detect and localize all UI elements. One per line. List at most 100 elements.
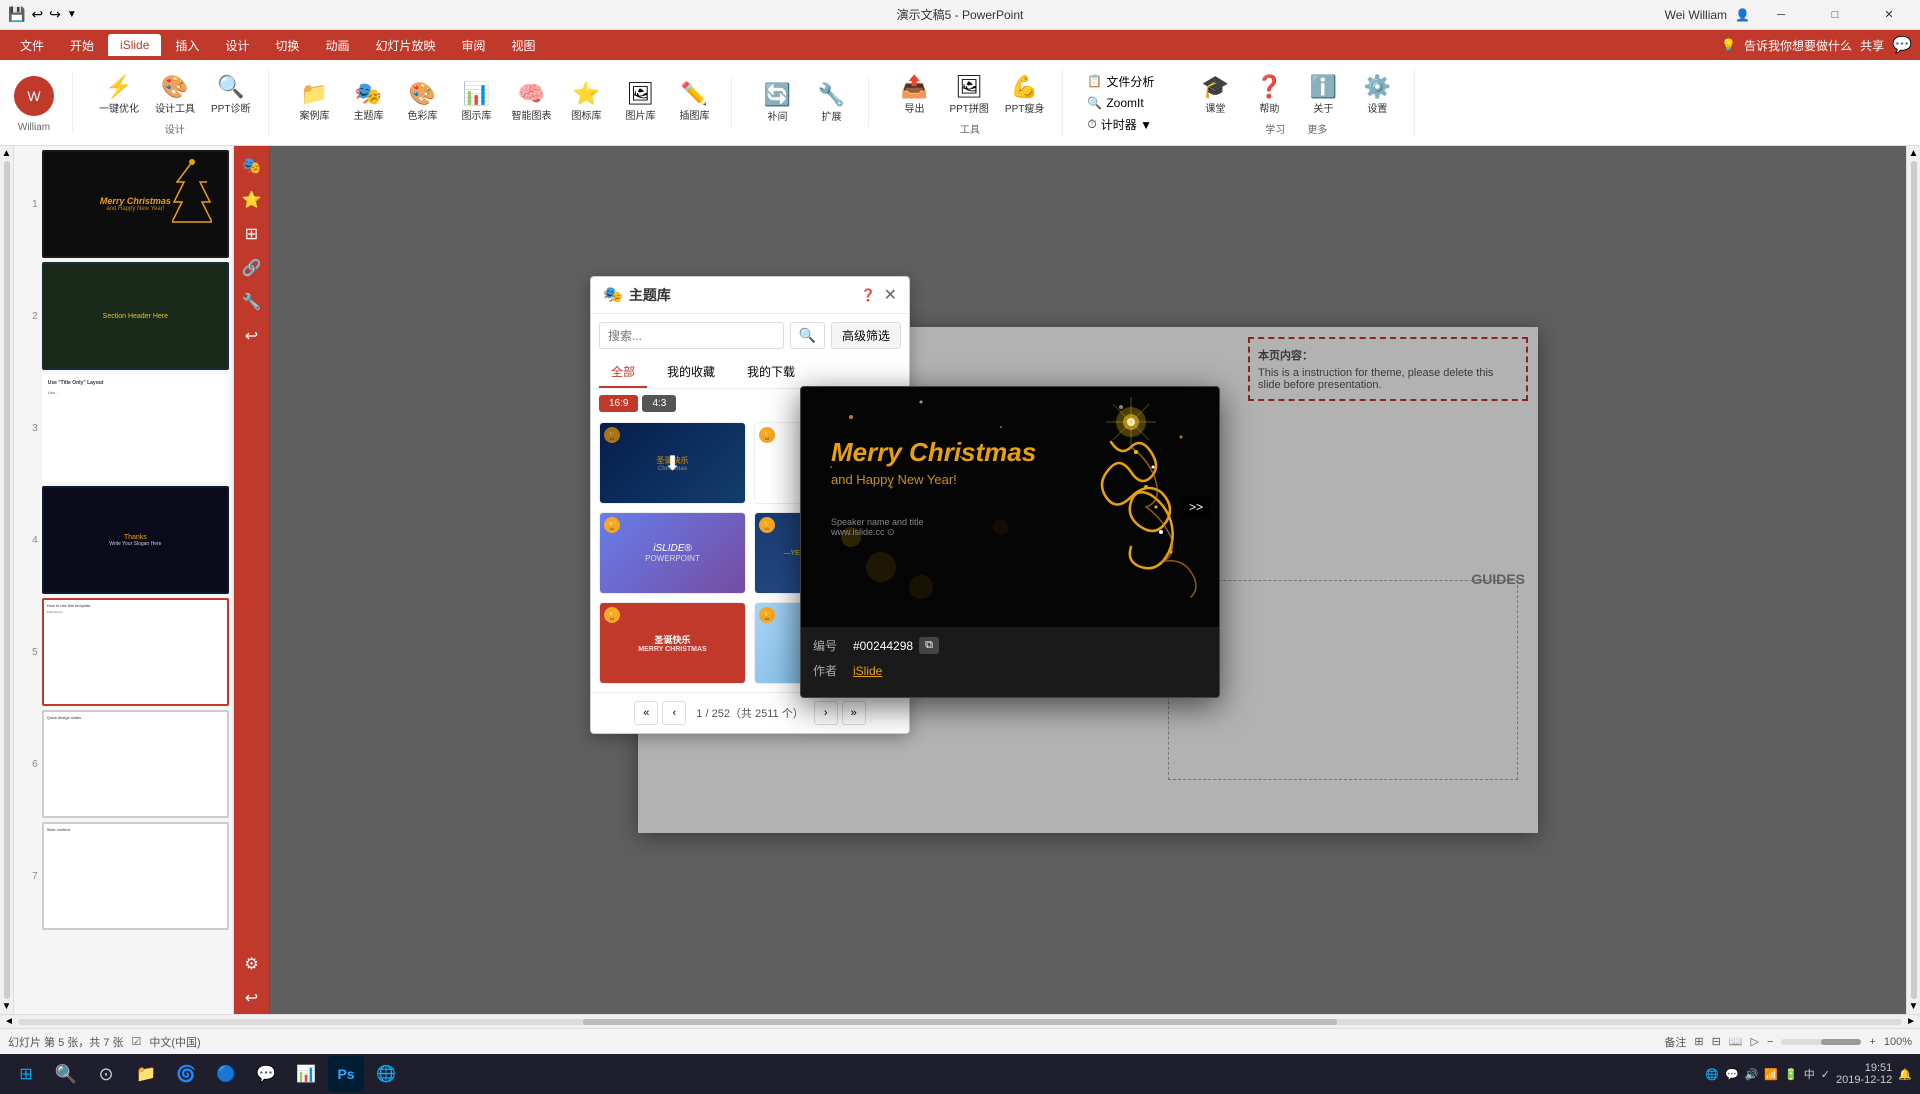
reading-view-btn[interactable]: 📖 (1729, 1035, 1743, 1048)
red-sidebar-back[interactable]: ↩ (236, 982, 268, 1014)
slide-sorter-btn[interactable]: ⊟ (1712, 1035, 1721, 1048)
zoom-slider[interactable] (1781, 1039, 1861, 1045)
red-sidebar-btn-3[interactable]: ⊞ (236, 218, 268, 250)
help-text[interactable]: 告诉我你想要做什么 (1744, 37, 1852, 54)
notification-btn[interactable]: 🔔 (1898, 1068, 1912, 1081)
slide-thumb-3[interactable]: 3 Use "Title Only" Layout Use... (18, 374, 229, 482)
volume-icon[interactable]: 🔊 (1745, 1068, 1759, 1081)
horizontal-scroll[interactable]: ◄ ► (0, 1014, 1920, 1028)
ppt-diag-btn[interactable]: 🔍 PPT诊断 (205, 70, 256, 119)
close-button[interactable]: ✕ (1866, 0, 1912, 30)
tab-favorites[interactable]: 我的收藏 (655, 357, 727, 388)
tab-downloads[interactable]: 我的下载 (735, 357, 807, 388)
export-btn[interactable]: 📤 导出 (889, 70, 939, 119)
tab-all[interactable]: 全部 (599, 357, 647, 388)
tab-transition[interactable]: 切换 (263, 33, 311, 58)
photoshop-btn[interactable]: Ps (328, 1056, 364, 1092)
undo-icon[interactable]: ↩ (31, 6, 43, 23)
first-page-btn[interactable]: « (634, 701, 658, 725)
help-btn[interactable]: ❓ 帮助 (1244, 70, 1294, 119)
preview-copy-btn[interactable]: ⧉ (919, 637, 939, 654)
design-tools-btn[interactable]: 🎨 设计工具 (149, 70, 201, 119)
filter-button[interactable]: 高级筛选 (831, 322, 901, 349)
edge-btn[interactable]: 🔵 (208, 1056, 244, 1092)
slideshow-btn[interactable]: ▷ (1751, 1035, 1759, 1048)
slide-thumb-2[interactable]: 2 Section Header Here (18, 262, 229, 370)
red-sidebar-btn-6[interactable]: ↩ (236, 320, 268, 352)
tab-design[interactable]: 设计 (213, 33, 261, 58)
task-view-btn[interactable]: ⊙ (88, 1056, 124, 1092)
smart-chart-btn[interactable]: 🧠 智能图表 (505, 77, 557, 126)
format-4-3-btn[interactable]: 4:3 (642, 395, 676, 412)
red-sidebar-btn-1[interactable]: 🎭 (236, 150, 268, 182)
tab-animation[interactable]: 动画 (313, 33, 361, 58)
red-sidebar-btn-5[interactable]: 🔧 (236, 286, 268, 318)
slide-thumb-5[interactable]: 5 How to use this template instructions.… (18, 598, 229, 706)
slide-thumb-7[interactable]: 7 Slide content (18, 822, 229, 930)
windows-start-btn[interactable]: ⊞ (8, 1056, 44, 1092)
tab-view[interactable]: 视图 (499, 33, 547, 58)
taskbar-clock[interactable]: 19:51 2019-12-12 (1836, 1062, 1892, 1086)
expand-btn[interactable]: 🔧 扩展 (806, 78, 856, 127)
file-analysis-btn[interactable]: 📋 文件分析 (1083, 71, 1158, 92)
wechat-btn[interactable]: 💬 (248, 1056, 284, 1092)
icon-lib-btn[interactable]: ⭐ 图标库 (561, 77, 611, 126)
prev-page-btn[interactable]: ‹ (662, 701, 686, 725)
tab-islide[interactable]: iSlide (108, 34, 161, 56)
template-card-3[interactable]: 🏆 iSLIDE® POWERPOINT (599, 512, 746, 594)
maximize-button[interactable]: □ (1812, 0, 1858, 30)
ppt-jigsaw-btn[interactable]: 🖼 PPT拼图 (943, 70, 994, 119)
vertical-scroll-left[interactable]: ▲ ▼ (0, 146, 14, 1014)
tab-file[interactable]: 文件 (8, 33, 56, 58)
modal-help-icon[interactable]: ❓ (861, 288, 876, 302)
template-card-1[interactable]: 🏆 圣诞快乐 Christmas ⬇ (599, 422, 746, 504)
tab-review[interactable]: 审阅 (449, 33, 497, 58)
download-icon[interactable]: ⬇ (664, 451, 681, 476)
file-explorer-btn[interactable]: 📁 (128, 1056, 164, 1092)
search-button[interactable]: 🔍 (790, 322, 825, 349)
chart-lib-btn[interactable]: 📊 图示库 (451, 77, 501, 126)
browser-btn[interactable]: 🌀 (168, 1056, 204, 1092)
minimize-button[interactable]: ─ (1758, 0, 1804, 30)
format-16-9-btn[interactable]: 16:9 (599, 395, 638, 412)
red-sidebar-btn-2[interactable]: ⭐ (236, 184, 268, 216)
account-btn[interactable]: W (8, 72, 60, 120)
color-lib-btn[interactable]: 🎨 色彩库 (397, 77, 447, 126)
slide-thumb-4[interactable]: 4 Thanks Write Your Slogan Here (18, 486, 229, 594)
about-btn[interactable]: ℹ️ 关于 (1298, 70, 1348, 119)
timer-btn[interactable]: ⏱ 计时器 ▼ (1083, 114, 1158, 135)
save-icon[interactable]: 💾 (8, 6, 25, 23)
notes-btn[interactable]: 备注 (1664, 1034, 1686, 1050)
template-card-5[interactable]: 🏆 圣诞快乐 MERRY CHRISTMAS (599, 602, 746, 684)
preview-next-btn[interactable]: >> (1181, 496, 1211, 518)
insert-lib-btn[interactable]: ✏️ 插图库 (669, 77, 719, 126)
photo-lib-btn[interactable]: 🖼 图片库 (615, 77, 665, 126)
case-lib-btn[interactable]: 📁 案例库 (289, 77, 339, 126)
redo-icon[interactable]: ↪ (49, 6, 61, 23)
modal-close-button[interactable]: ✕ (884, 285, 897, 305)
customize-icon[interactable]: ▼ (67, 9, 77, 20)
last-page-btn[interactable]: » (842, 701, 866, 725)
preview-author-link[interactable]: iSlide (853, 664, 882, 678)
slide-thumb-1[interactable]: 1 Merry Christmas and Happy New Year! (18, 150, 229, 258)
search-input[interactable] (599, 322, 784, 349)
tab-insert[interactable]: 插入 (163, 33, 211, 58)
red-sidebar-btn-4[interactable]: 🔗 (236, 252, 268, 284)
classroom-btn[interactable]: 🎓 课堂 (1190, 70, 1240, 119)
edge2-btn[interactable]: 🌐 (368, 1056, 404, 1092)
comments-btn[interactable]: 💬 (1892, 35, 1912, 55)
slide-thumb-6[interactable]: 6 Quick design slides (18, 710, 229, 818)
settings-btn[interactable]: ⚙️ 设置 (1352, 70, 1402, 119)
zoom-it-btn[interactable]: 🔍 ZoomIt (1083, 94, 1158, 112)
share-btn[interactable]: 共享 (1860, 37, 1884, 54)
normal-view-btn[interactable]: ⊞ (1694, 1035, 1703, 1048)
tab-slideshow[interactable]: 幻灯片放映 (363, 33, 447, 58)
tab-home[interactable]: 开始 (58, 33, 106, 58)
vertical-scroll-right[interactable]: ▲ ▼ (1906, 146, 1920, 1014)
search-btn[interactable]: 🔍 (48, 1056, 84, 1092)
supplement-btn[interactable]: 🔄 补间 (752, 78, 802, 127)
powerpoint-btn[interactable]: 📊 (288, 1056, 324, 1092)
theme-lib-btn[interactable]: 🎭 主题库 (343, 77, 393, 126)
ppt-slim-btn[interactable]: 💪 PPT瘦身 (999, 70, 1050, 119)
zoom-in-btn[interactable]: + (1869, 1036, 1875, 1048)
